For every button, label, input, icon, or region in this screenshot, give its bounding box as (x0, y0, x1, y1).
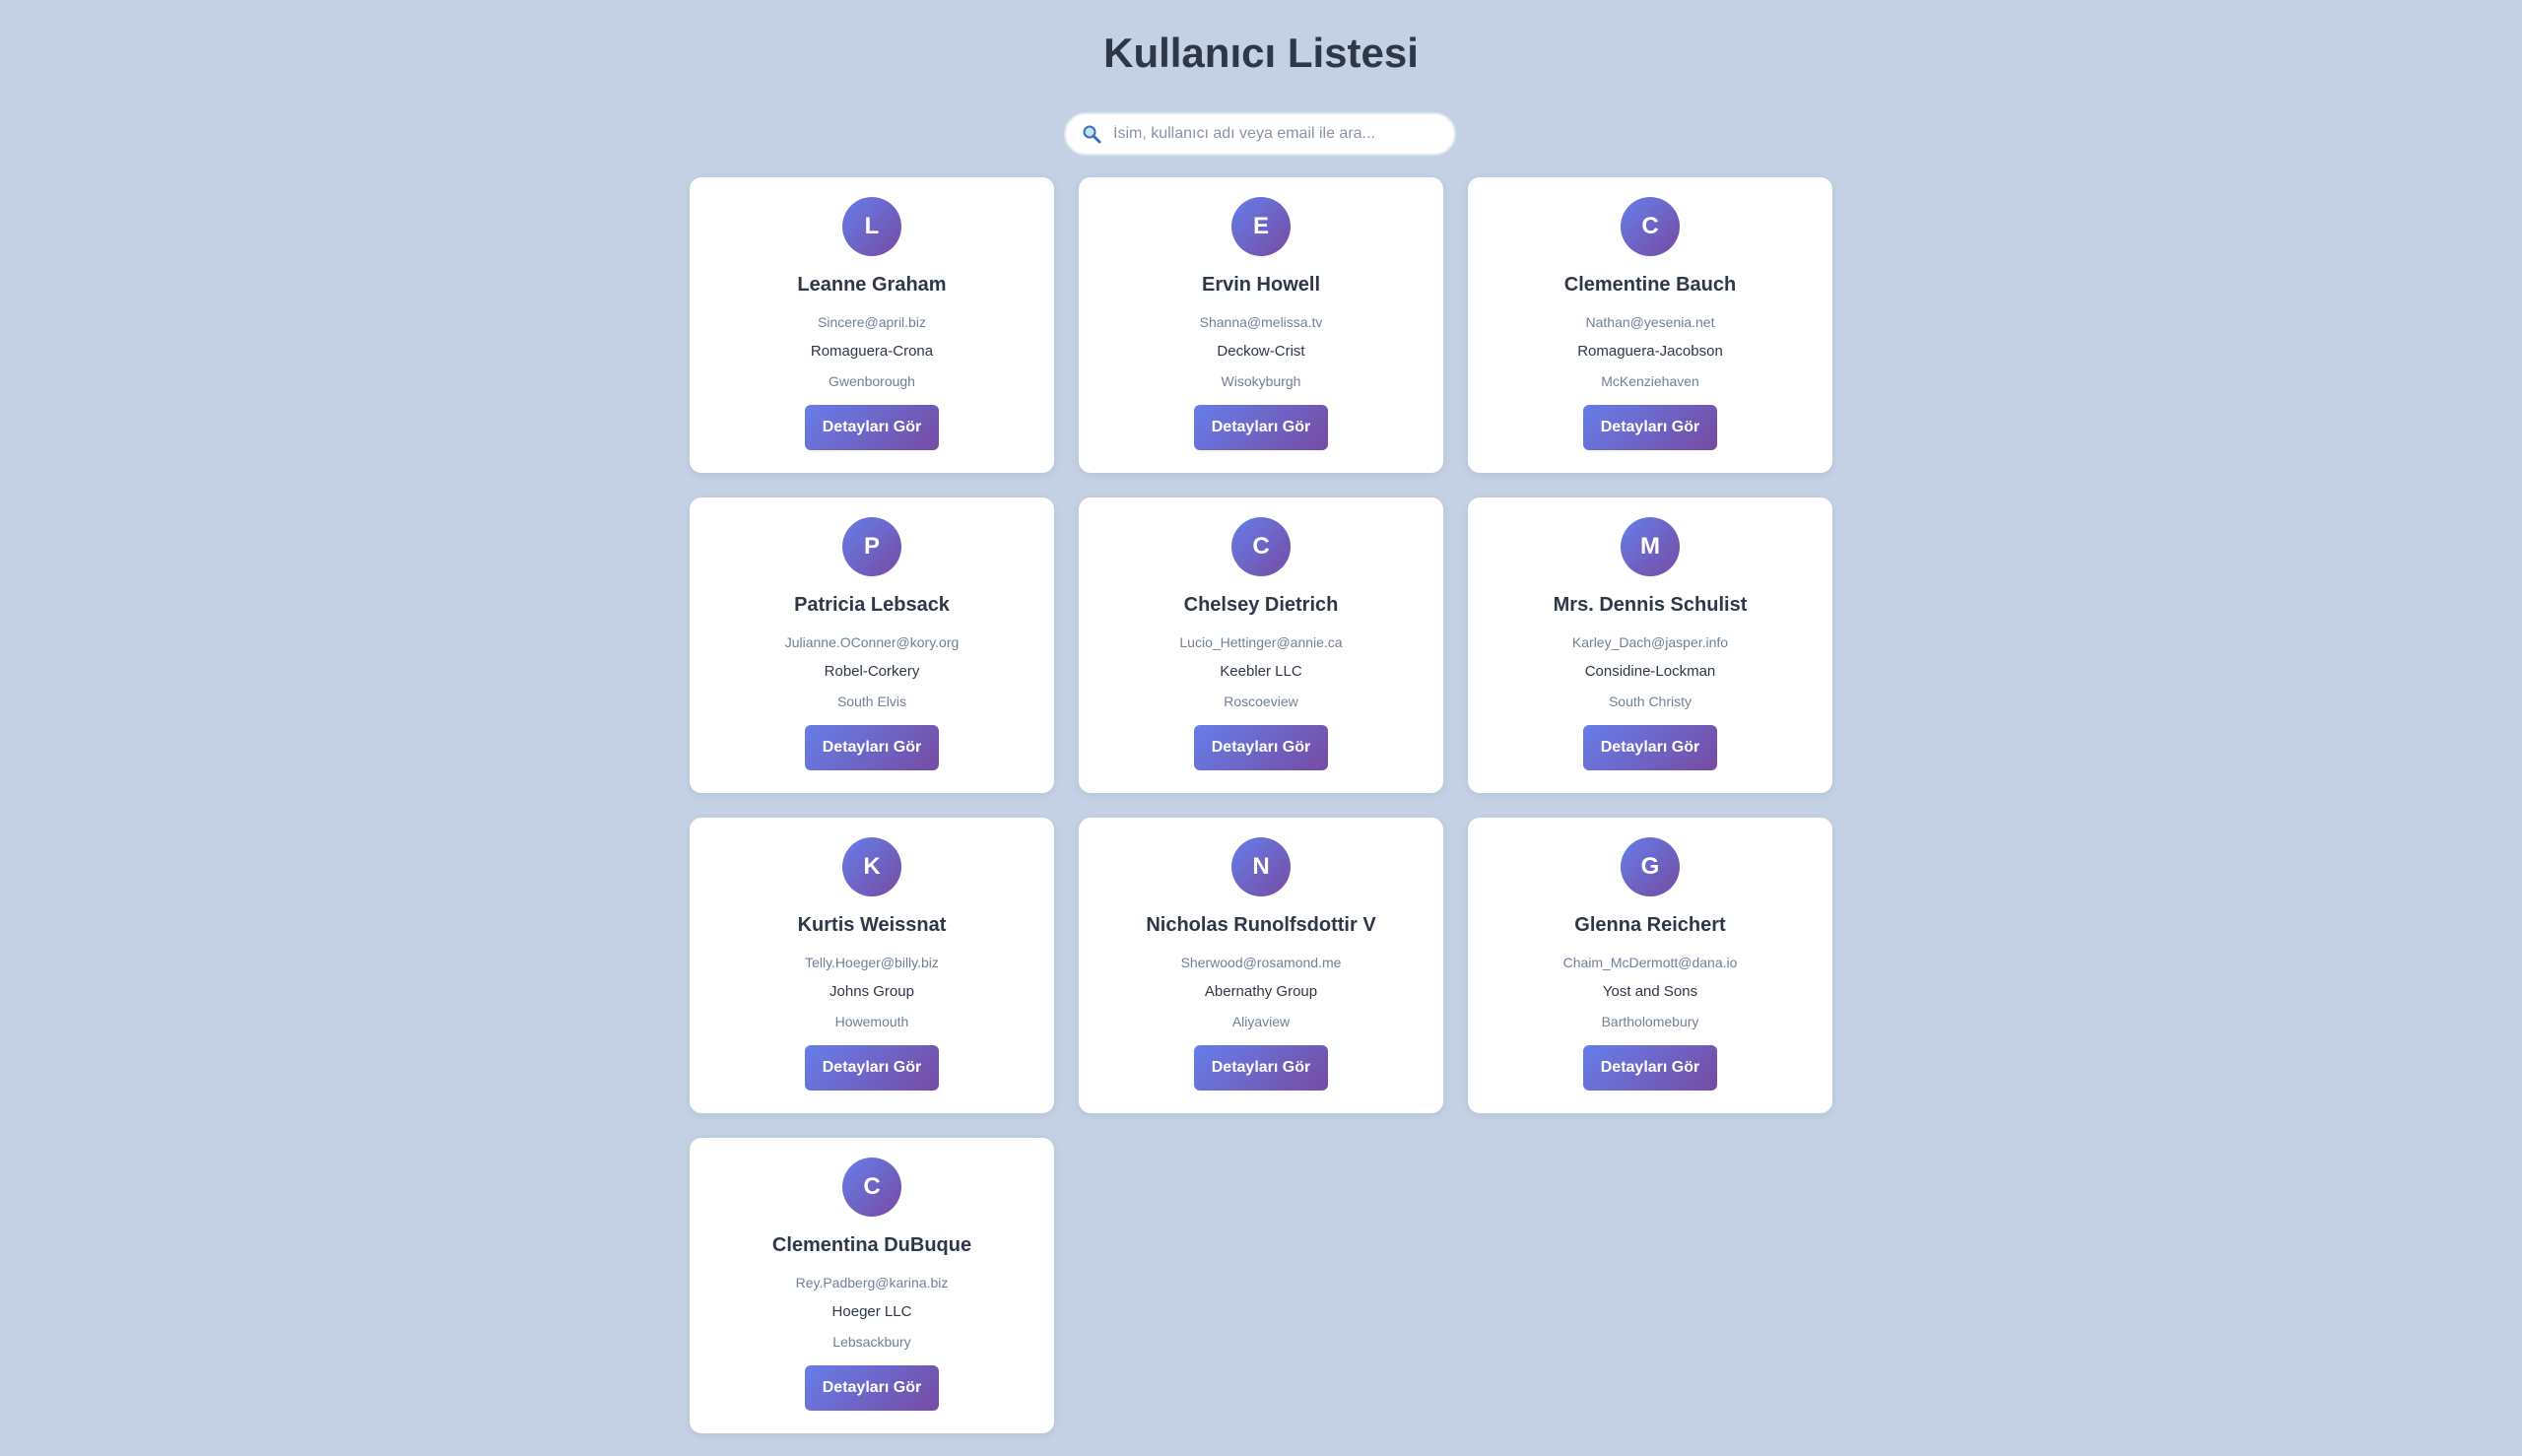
user-company: Johns Group (830, 983, 914, 1000)
details-button[interactable]: Detayları Gör (805, 405, 939, 450)
user-card: C Chelsey Dietrich Lucio_Hettinger@annie… (1079, 497, 1443, 793)
user-card: C Clementina DuBuque Rey.Padberg@karina.… (690, 1138, 1054, 1433)
user-city: Wisokyburgh (1221, 373, 1301, 389)
user-email: Lucio_Hettinger@annie.ca (1179, 634, 1343, 650)
magnifier-icon (1083, 125, 1101, 144)
user-card: P Patricia Lebsack Julianne.OConner@kory… (690, 497, 1054, 793)
user-name: Patricia Lebsack (794, 594, 950, 616)
user-card: M Mrs. Dennis Schulist Karley_Dach@jaspe… (1468, 497, 1832, 793)
user-name: Leanne Graham (797, 274, 947, 296)
user-email: Rey.Padberg@karina.biz (795, 1275, 949, 1291)
user-city: Aliyaview (1231, 1014, 1291, 1029)
user-company: Considine-Lockman (1584, 663, 1716, 680)
user-card: G Glenna Reichert Chaim_McDermott@dana.i… (1468, 818, 1832, 1113)
user-email: Karley_Dach@jasper.info (1571, 634, 1729, 650)
user-name: Chelsey Dietrich (1183, 594, 1339, 616)
details-button[interactable]: Detayları Gör (1194, 405, 1328, 450)
user-card: K Kurtis Weissnat Telly.Hoeger@billy.biz… (690, 818, 1054, 1113)
search-input[interactable] (1111, 124, 1454, 144)
avatar: G (1621, 837, 1680, 896)
details-button[interactable]: Detayları Gör (805, 725, 939, 770)
details-button[interactable]: Detayları Gör (1194, 725, 1328, 770)
user-city: Roscoeview (1224, 694, 1298, 709)
user-city: McKenziehaven (1601, 373, 1699, 389)
avatar: P (842, 517, 901, 576)
user-email: Julianne.OConner@kory.org (784, 634, 960, 650)
details-button[interactable]: Detayları Gör (1194, 1045, 1328, 1091)
user-company: Romaguera-Crona (810, 343, 934, 360)
avatar: C (1621, 197, 1680, 256)
user-city: Howemouth (834, 1014, 909, 1029)
user-company: Keebler LLC (1220, 663, 1302, 680)
user-city: Lebsackbury (832, 1334, 911, 1350)
details-button[interactable]: Detayları Gör (805, 1045, 939, 1091)
user-city: Bartholomebury (1601, 1014, 1699, 1029)
avatar: K (842, 837, 901, 896)
user-city: Gwenborough (829, 373, 915, 389)
user-company: Yost and Sons (1602, 983, 1698, 1000)
user-name: Mrs. Dennis Schulist (1553, 594, 1748, 616)
user-city: South Christy (1608, 694, 1692, 709)
details-button[interactable]: Detayları Gör (1583, 725, 1717, 770)
user-company: Hoeger LLC (831, 1303, 912, 1320)
user-email: Sherwood@rosamond.me (1180, 955, 1342, 970)
avatar: E (1231, 197, 1291, 256)
avatar: M (1621, 517, 1680, 576)
user-card: N Nicholas Runolfsdottir V Sherwood@rosa… (1079, 818, 1443, 1113)
user-company: Abernathy Group (1204, 983, 1318, 1000)
avatar: C (1231, 517, 1291, 576)
user-email: Nathan@yesenia.net (1585, 314, 1715, 330)
user-name: Ervin Howell (1201, 274, 1321, 296)
details-button[interactable]: Detayları Gör (1583, 405, 1717, 450)
details-button[interactable]: Detayları Gör (805, 1365, 939, 1411)
avatar: L (842, 197, 901, 256)
user-name: Clementine Bauch (1563, 274, 1737, 296)
user-company: Robel-Corkery (824, 663, 920, 680)
avatar: C (842, 1158, 901, 1217)
page-title: Kullanıcı Listesi (1103, 30, 1419, 76)
user-email: Shanna@melissa.tv (1199, 314, 1323, 330)
user-card: C Clementine Bauch Nathan@yesenia.net Ro… (1468, 177, 1832, 473)
user-email: Sincere@april.biz (818, 314, 926, 330)
user-name: Kurtis Weissnat (797, 914, 947, 936)
user-grid: L Leanne Graham Sincere@april.biz Romagu… (690, 177, 1832, 1433)
user-name: Glenna Reichert (1574, 914, 1726, 936)
user-card: L Leanne Graham Sincere@april.biz Romagu… (690, 177, 1054, 473)
user-email: Chaim_McDermott@dana.io (1562, 955, 1738, 970)
user-company: Romaguera-Jacobson (1577, 343, 1723, 360)
details-button[interactable]: Detayları Gör (1583, 1045, 1717, 1091)
user-company: Deckow-Crist (1217, 343, 1305, 360)
avatar: N (1231, 837, 1291, 896)
user-name: Clementina DuBuque (771, 1234, 972, 1256)
search-box[interactable] (1064, 112, 1456, 156)
user-name: Nicholas Runolfsdottir V (1146, 914, 1376, 936)
user-card: E Ervin Howell Shanna@melissa.tv Deckow-… (1079, 177, 1443, 473)
user-city: South Elvis (836, 694, 907, 709)
user-email: Telly.Hoeger@billy.biz (805, 955, 939, 970)
